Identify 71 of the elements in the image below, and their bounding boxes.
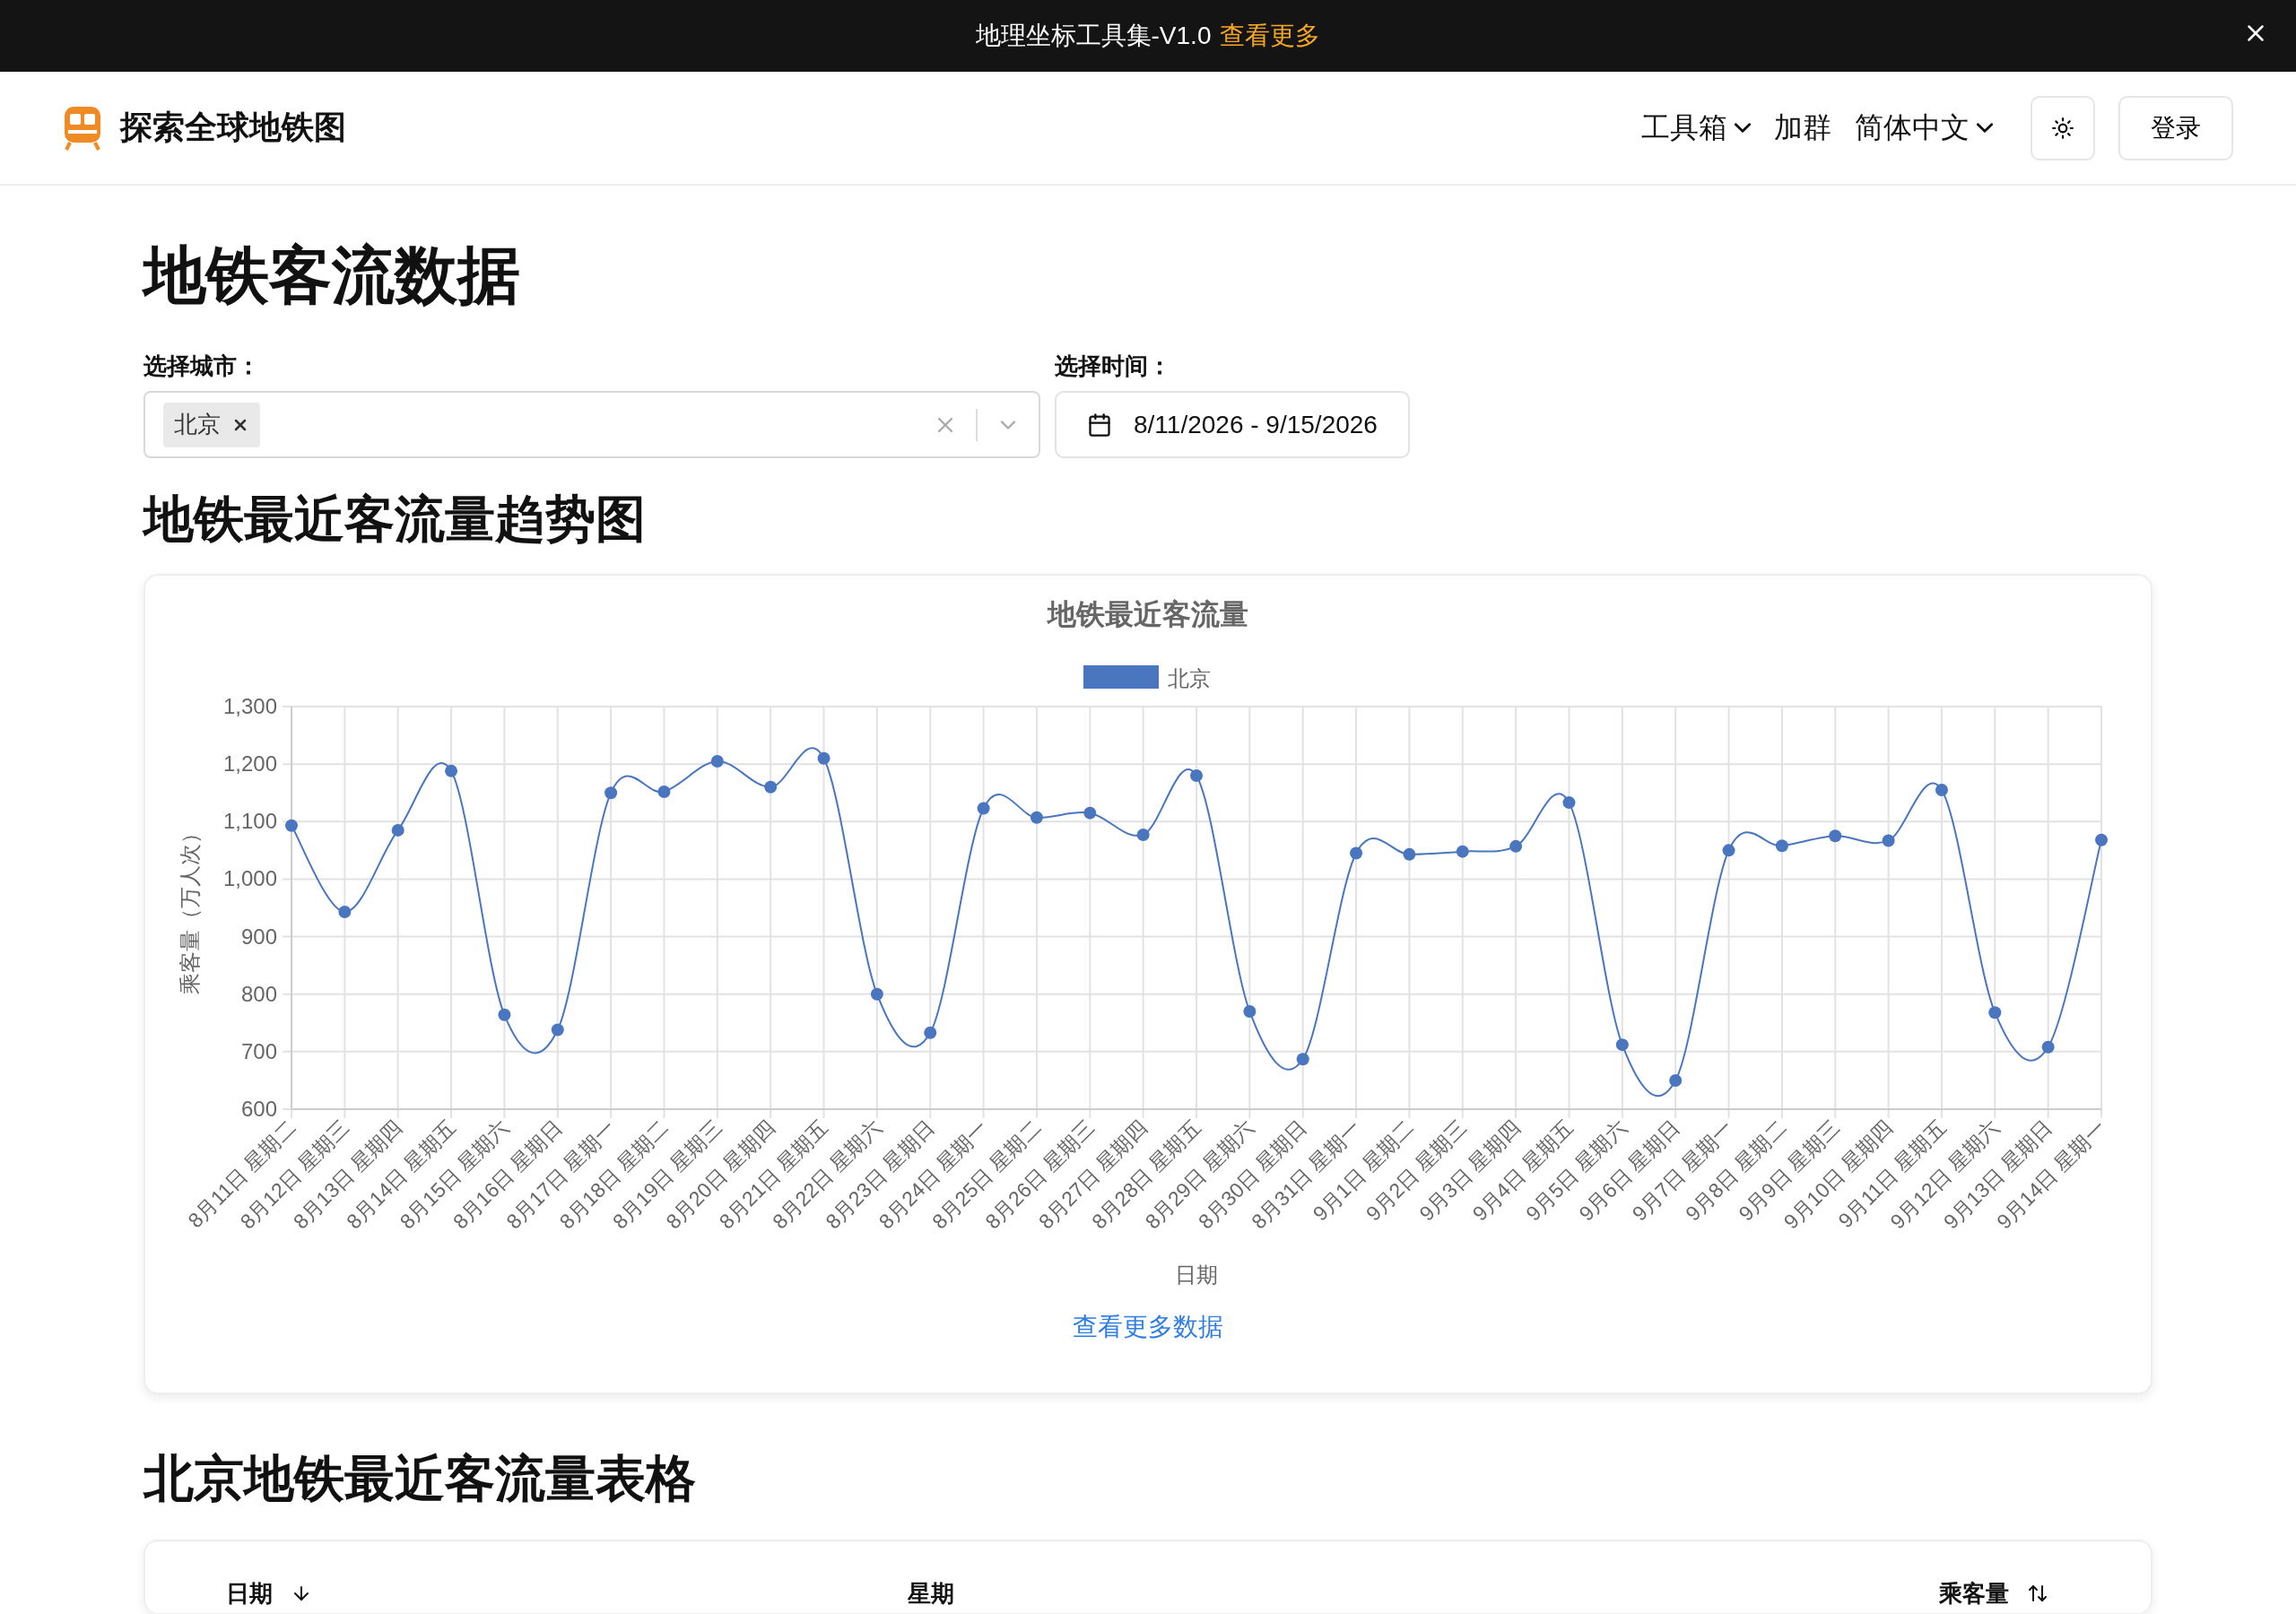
point: [1190, 768, 1203, 782]
y-tick-label: 700: [240, 1038, 277, 1063]
chart-title: 地铁最近客流量: [1048, 598, 1248, 630]
point: [551, 1023, 564, 1037]
point: [924, 1026, 937, 1039]
tag-label: 北京: [174, 410, 221, 439]
point: [2095, 833, 2108, 846]
more-data-link[interactable]: 查看更多数据: [1073, 1311, 1223, 1343]
point: [1722, 844, 1735, 857]
point: [1350, 846, 1363, 860]
point: [1296, 1053, 1309, 1066]
y-axis-title: 乘客量（万人次）: [178, 821, 202, 994]
city-select[interactable]: 北京: [144, 391, 1040, 458]
y-tick-label: 1,200: [222, 751, 277, 777]
site-title[interactable]: 探索全球地铁图: [120, 106, 346, 150]
y-tick-label: 900: [240, 924, 277, 949]
point: [1669, 1073, 1683, 1087]
nav-link[interactable]: 简体中文: [1855, 108, 1993, 148]
y-tick-label: 1,100: [222, 809, 277, 834]
announcement-text: 地理坐标工具集-V1.0: [975, 21, 1212, 51]
point: [604, 786, 618, 800]
point: [977, 802, 990, 815]
announcement-link[interactable]: 查看更多: [1220, 19, 1321, 53]
column-header[interactable]: 星期: [908, 1581, 1939, 1606]
point: [710, 754, 724, 768]
point: [657, 785, 671, 798]
x-axis-title: 日期: [1175, 1263, 1218, 1287]
y-tick-label: 1,000: [222, 866, 277, 891]
point: [1882, 834, 1895, 847]
sun-icon: [2051, 116, 2074, 140]
sort-icon[interactable]: [2027, 1583, 2048, 1604]
point: [1243, 1004, 1257, 1018]
section-heading: 北京地铁最近客流量表格: [144, 1449, 697, 1508]
point: [391, 823, 404, 837]
legend-label: 北京: [1168, 666, 1211, 690]
point: [1988, 1006, 2002, 1020]
point: [1775, 839, 1788, 853]
point: [1829, 829, 1842, 843]
point: [870, 987, 883, 1001]
nav-link[interactable]: 加群: [1774, 108, 1831, 148]
nav-link[interactable]: 工具箱: [1641, 108, 1751, 148]
point: [1030, 811, 1043, 824]
column-header[interactable]: 日期: [226, 1581, 908, 1606]
point: [1615, 1038, 1629, 1052]
point: [1136, 829, 1150, 842]
point: [445, 764, 458, 777]
point: [1935, 784, 1948, 797]
date-range-picker[interactable]: 8/11/2026 - 9/15/2026: [1055, 391, 1410, 458]
point: [817, 751, 831, 765]
point: [1403, 847, 1416, 861]
field-label: 选择城市：: [144, 351, 261, 381]
page-title: 地铁客流数据: [144, 239, 521, 312]
field-label: 选择时间：: [1055, 351, 1172, 381]
point: [338, 905, 352, 918]
theme-toggle-button[interactable]: [2031, 95, 2095, 161]
point: [498, 1008, 511, 1021]
point: [2041, 1040, 2055, 1054]
point: [1083, 806, 1097, 820]
column-header[interactable]: 乘客量: [1939, 1581, 2151, 1606]
y-tick-label: 600: [240, 1097, 277, 1121]
login-button[interactable]: 登录: [2118, 95, 2233, 161]
calendar-icon: [1087, 412, 1112, 438]
section-heading: 地铁最近客流量趋势图: [144, 490, 647, 549]
point: [764, 780, 778, 794]
y-tick-label: 1,300: [222, 694, 277, 718]
point: [1456, 845, 1469, 858]
train-icon: [63, 104, 102, 152]
y-tick-label: 800: [240, 981, 277, 1006]
point: [1562, 796, 1576, 810]
point: [1509, 839, 1523, 853]
point: [285, 819, 298, 832]
